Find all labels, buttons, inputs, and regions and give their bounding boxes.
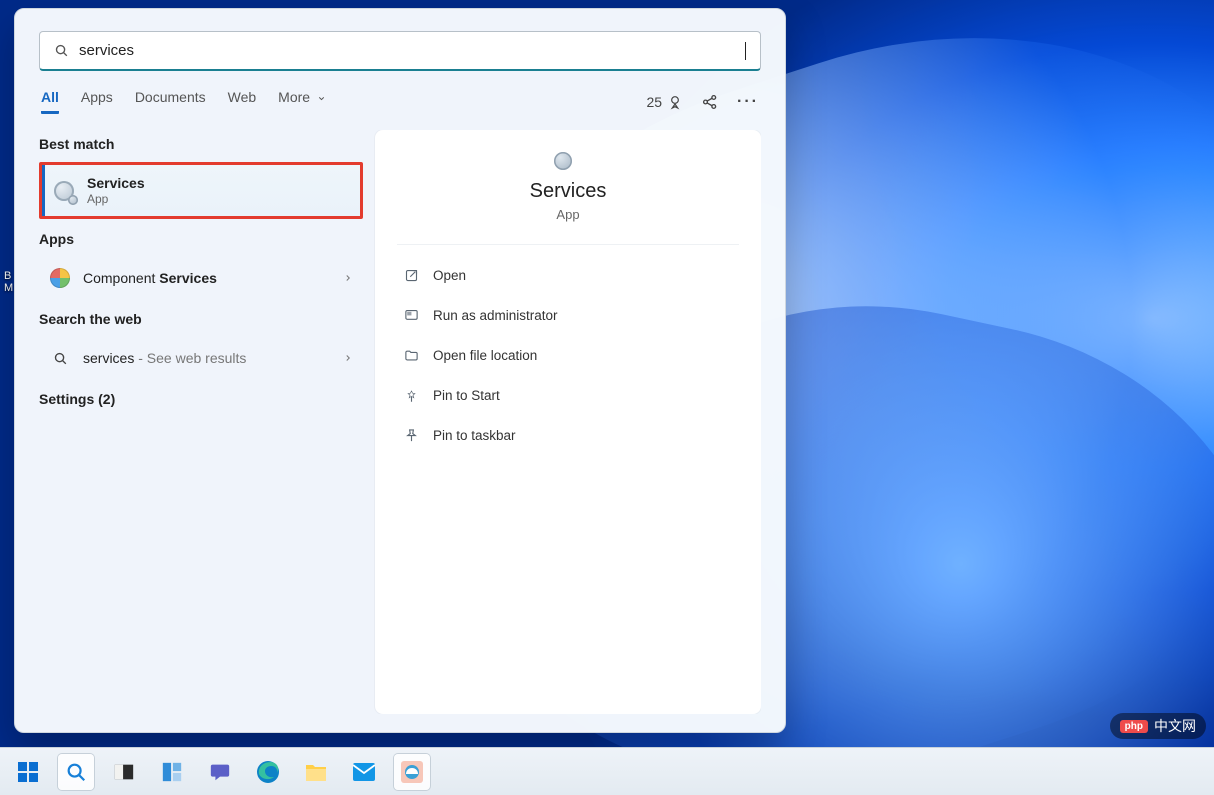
best-match-item[interactable]: Services App bbox=[42, 165, 360, 216]
action-label: Run as administrator bbox=[433, 308, 558, 323]
list-item-label: services - See web results bbox=[83, 350, 246, 366]
medal-icon bbox=[667, 94, 683, 110]
action-label: Open bbox=[433, 268, 466, 283]
results-left-column: Best match Services App Apps Component S… bbox=[39, 130, 363, 714]
tab-all[interactable]: All bbox=[41, 89, 59, 114]
best-match-highlight: Services App bbox=[39, 162, 363, 219]
taskbar-task-view[interactable] bbox=[106, 754, 142, 790]
preview-subtitle: App bbox=[556, 207, 579, 222]
taskbar-file-explorer[interactable] bbox=[298, 754, 334, 790]
action-run-administrator[interactable]: Run as administrator bbox=[397, 299, 739, 331]
preview-panel: Services App Open Run as administrator bbox=[375, 130, 761, 714]
web-query: services bbox=[83, 350, 134, 366]
search-input[interactable]: services bbox=[79, 42, 745, 59]
tab-more-label: More bbox=[278, 89, 310, 105]
filter-row: All Apps Documents Web More 25 ··· bbox=[39, 89, 761, 114]
label-highlight: Services bbox=[159, 270, 217, 286]
start-search-flyout: services All Apps Documents Web More 25 … bbox=[14, 8, 786, 733]
services-icon bbox=[53, 180, 75, 202]
rewards-points: 25 bbox=[646, 94, 662, 110]
action-label: Open file location bbox=[433, 348, 537, 363]
desktop-icon-label: BM bbox=[4, 270, 13, 294]
web-result-services[interactable]: services - See web results bbox=[39, 337, 363, 379]
search-box[interactable]: services bbox=[39, 31, 761, 71]
text-cursor bbox=[745, 42, 746, 60]
start-button[interactable] bbox=[10, 754, 46, 790]
section-best-match: Best match bbox=[39, 136, 363, 152]
action-pin-taskbar[interactable]: Pin to taskbar bbox=[397, 419, 739, 451]
web-suffix: - See web results bbox=[134, 350, 246, 366]
taskbar-mail[interactable] bbox=[346, 754, 382, 790]
pin-icon bbox=[403, 427, 419, 443]
taskbar bbox=[0, 747, 1214, 795]
preview-actions: Open Run as administrator Open file loca… bbox=[375, 245, 761, 465]
section-apps: Apps bbox=[39, 231, 363, 247]
best-match-subtitle: App bbox=[87, 192, 145, 206]
action-label: Pin to Start bbox=[433, 388, 500, 403]
section-search-web: Search the web bbox=[39, 311, 363, 327]
tab-web[interactable]: Web bbox=[228, 89, 257, 114]
folder-icon bbox=[403, 347, 419, 363]
action-label: Pin to taskbar bbox=[433, 428, 516, 443]
tab-documents[interactable]: Documents bbox=[135, 89, 206, 114]
share-icon[interactable] bbox=[701, 93, 719, 111]
search-icon bbox=[49, 347, 71, 369]
more-icon[interactable]: ··· bbox=[737, 93, 759, 111]
taskbar-chat[interactable] bbox=[202, 754, 238, 790]
open-icon bbox=[403, 267, 419, 283]
taskbar-app-pinned[interactable] bbox=[394, 754, 430, 790]
list-item-label: Component Services bbox=[83, 270, 217, 286]
shield-icon bbox=[403, 307, 419, 323]
taskbar-edge[interactable] bbox=[250, 754, 286, 790]
preview-header: Services App bbox=[397, 130, 739, 245]
pin-icon bbox=[403, 387, 419, 403]
tab-more[interactable]: More bbox=[278, 89, 326, 114]
preview-title: Services bbox=[530, 180, 607, 203]
taskbar-widgets[interactable] bbox=[154, 754, 190, 790]
action-pin-start[interactable]: Pin to Start bbox=[397, 379, 739, 411]
watermark-badge: php bbox=[1120, 720, 1148, 733]
chevron-right-icon bbox=[343, 273, 353, 283]
app-result-component-services[interactable]: Component Services bbox=[39, 257, 363, 299]
results-area: Best match Services App Apps Component S… bbox=[39, 130, 761, 714]
rewards-button[interactable]: 25 bbox=[646, 94, 683, 110]
watermark-text: 中文网 bbox=[1154, 716, 1196, 736]
best-match-title: Services bbox=[87, 175, 145, 191]
chevron-right-icon bbox=[343, 353, 353, 363]
action-open[interactable]: Open bbox=[397, 259, 739, 291]
filter-tabs: All Apps Documents Web More bbox=[41, 89, 326, 114]
section-settings: Settings (2) bbox=[39, 391, 363, 407]
tab-apps[interactable]: Apps bbox=[81, 89, 113, 114]
label-prefix: Component bbox=[83, 270, 159, 286]
watermark: php 中文网 bbox=[1110, 713, 1206, 739]
filter-actions: 25 ··· bbox=[646, 93, 759, 111]
search-icon bbox=[54, 43, 69, 58]
best-match-text: Services App bbox=[87, 175, 145, 206]
component-services-icon bbox=[49, 267, 71, 289]
taskbar-search-button[interactable] bbox=[58, 754, 94, 790]
action-open-file-location[interactable]: Open file location bbox=[397, 339, 739, 371]
